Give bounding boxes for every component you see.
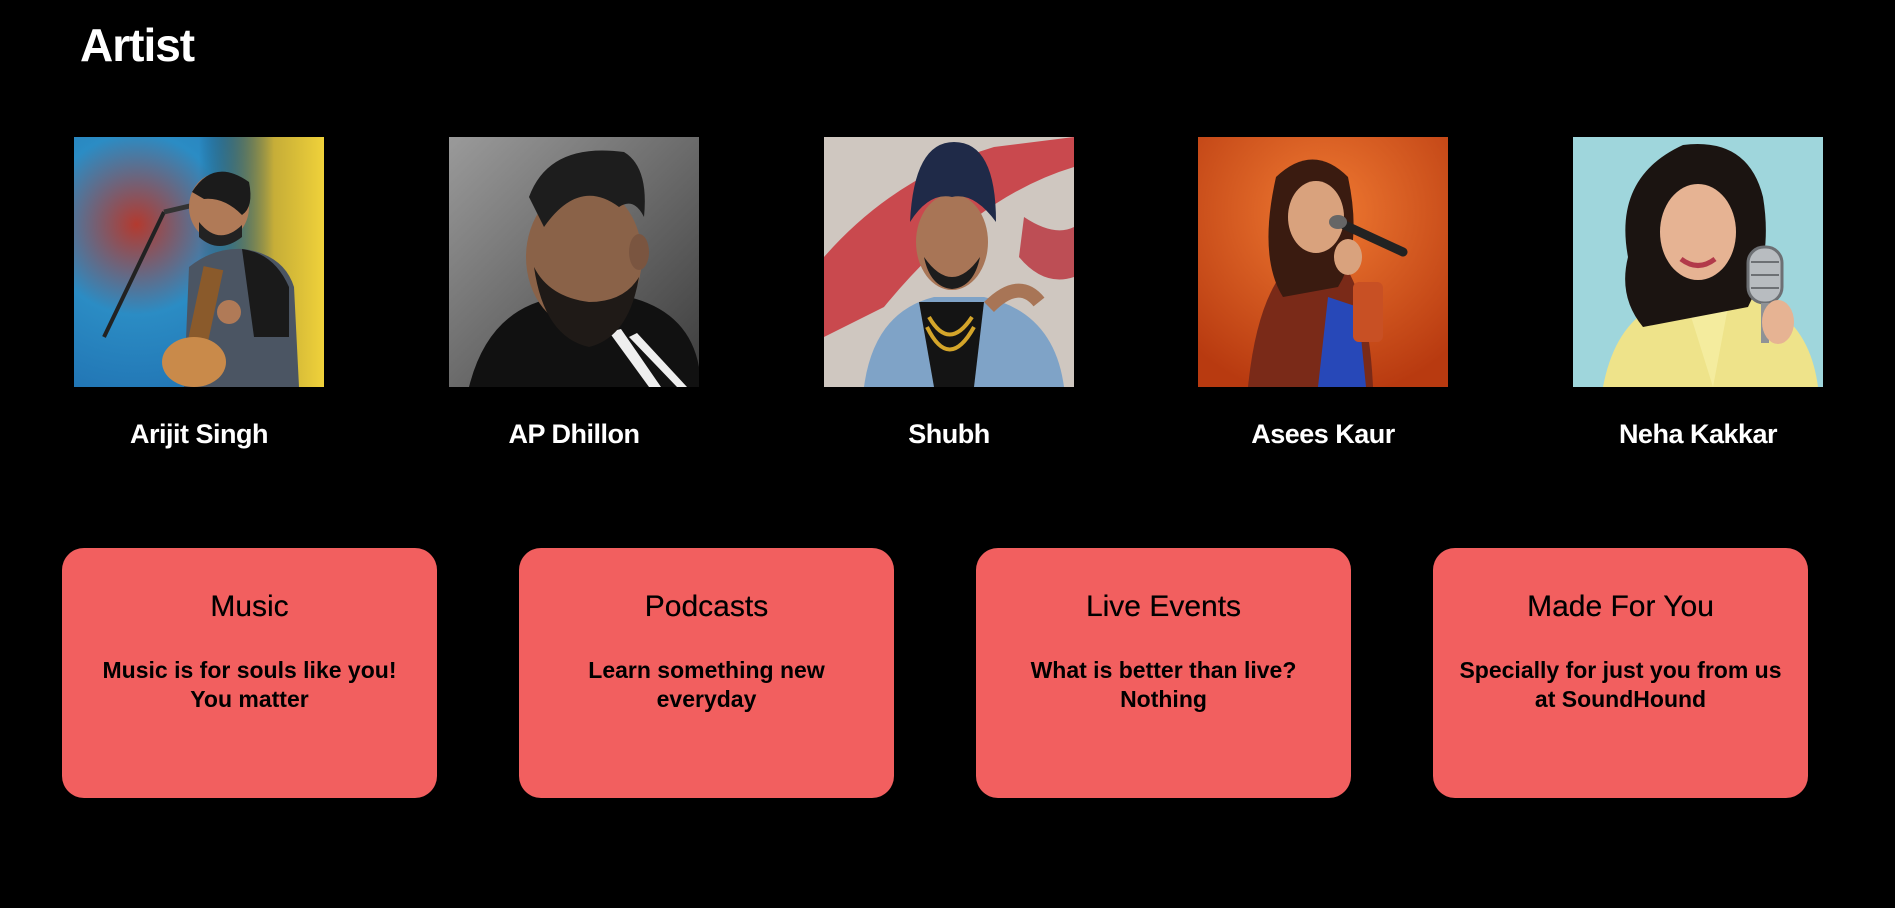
page-title: Artist <box>80 19 195 71</box>
singer-with-vintage-mic-icon <box>1573 137 1823 387</box>
artist-card-neha-kakkar[interactable]: Neha Kakkar <box>1573 137 1823 449</box>
artist-name[interactable]: Shubh <box>784 419 1114 450</box>
artist-photo-neha-kakkar[interactable] <box>1573 137 1823 387</box>
artist-photo-shubh[interactable] <box>824 137 1074 387</box>
feature-description: Music is for souls like you! You matter <box>102 657 397 712</box>
artist-name[interactable]: Arijit Singh <box>34 419 364 450</box>
portrait-bearded-icon <box>449 137 699 387</box>
feature-title: Live Events <box>1085 590 1242 623</box>
artist-photo-ap-dhillon[interactable] <box>449 137 699 387</box>
artist-card-arijit-singh[interactable]: Arijit Singh <box>74 137 324 449</box>
artist-card-shubh[interactable]: Shubh <box>824 137 1074 449</box>
artist-photo-asees-kaur[interactable] <box>1198 137 1448 387</box>
artist-card-ap-dhillon[interactable]: AP Dhillon <box>449 137 699 449</box>
feature-description: Specially for just you from us at SoundH… <box>1459 657 1782 712</box>
feature-title: Made For You <box>1527 590 1714 623</box>
feature-description: What is better than live? Nothing <box>1030 657 1297 712</box>
feature-title: Podcasts <box>644 590 769 623</box>
artist-photo-arijit-singh[interactable] <box>74 137 324 387</box>
feature-card-made-for-you[interactable]: Made For You Specially for just you from… <box>1433 548 1808 798</box>
feature-description: Learn something new everyday <box>588 657 825 712</box>
artist-list: Arijit Singh AP Dhillon Shubh Asees Kaur… <box>0 137 1895 467</box>
feature-card-podcasts[interactable]: Podcasts Learn something new everyday <box>519 548 894 798</box>
portrait-turban-icon <box>824 137 1074 387</box>
artist-name[interactable]: AP Dhillon <box>409 419 739 450</box>
singer-with-guitar-icon <box>74 137 324 387</box>
feature-cards: Music Music is for souls like you! You m… <box>0 548 1895 798</box>
artist-name[interactable]: Neha Kakkar <box>1533 419 1863 450</box>
artist-card-asees-kaur[interactable]: Asees Kaur <box>1198 137 1448 449</box>
feature-title: Music <box>210 590 289 623</box>
artist-name[interactable]: Asees Kaur <box>1158 419 1488 450</box>
singer-with-mic-icon <box>1198 137 1448 387</box>
feature-card-music[interactable]: Music Music is for souls like you! You m… <box>62 548 437 798</box>
feature-card-live-events[interactable]: Live Events What is better than live? No… <box>976 548 1351 798</box>
